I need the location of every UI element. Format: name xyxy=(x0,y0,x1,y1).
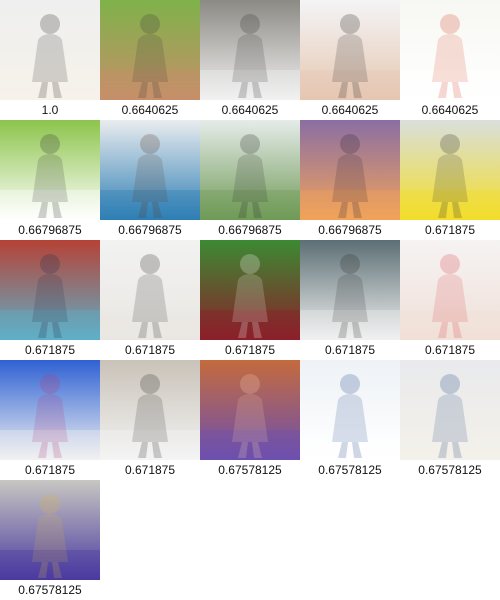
similarity-score: 0.6640625 xyxy=(421,103,479,117)
result-thumbnail xyxy=(200,120,300,220)
similarity-score: 0.67578125 xyxy=(318,463,382,477)
similarity-score: 1.0 xyxy=(41,103,59,117)
result-item: 0.671875 xyxy=(300,240,400,360)
similarity-score: 0.67578125 xyxy=(18,583,82,597)
result-item: 0.671875 xyxy=(100,360,200,480)
result-thumbnail xyxy=(100,360,200,460)
result-item: 0.67578125 xyxy=(200,360,300,480)
results-grid: 1.0 0.6640625 0.6640625 0.6640625 0.6640… xyxy=(0,0,500,600)
similarity-score: 0.671875 xyxy=(124,343,176,357)
result-thumbnail xyxy=(300,0,400,100)
result-thumbnail xyxy=(0,120,100,220)
result-thumbnail xyxy=(100,240,200,340)
result-item: 0.66796875 xyxy=(100,120,200,240)
result-item: 0.6640625 xyxy=(300,0,400,120)
result-thumbnail xyxy=(200,240,300,340)
similarity-score: 0.66796875 xyxy=(18,223,82,237)
result-thumbnail xyxy=(0,0,100,100)
result-thumbnail xyxy=(200,360,300,460)
result-item: 0.6640625 xyxy=(400,0,500,120)
result-thumbnail xyxy=(0,480,100,580)
result-thumbnail xyxy=(0,240,100,340)
result-thumbnail xyxy=(0,360,100,460)
result-item: 0.671875 xyxy=(100,240,200,360)
result-item: 0.671875 xyxy=(0,240,100,360)
result-item: 0.66796875 xyxy=(200,120,300,240)
result-item: 0.671875 xyxy=(400,240,500,360)
result-thumbnail xyxy=(400,360,500,460)
similarity-score: 0.6640625 xyxy=(321,103,379,117)
result-thumbnail xyxy=(300,360,400,460)
similarity-score: 0.67578125 xyxy=(418,463,482,477)
result-item: 0.671875 xyxy=(200,240,300,360)
result-item: 0.67578125 xyxy=(0,480,100,600)
similarity-score: 0.671875 xyxy=(124,463,176,477)
result-item: 0.6640625 xyxy=(100,0,200,120)
similarity-score: 0.671875 xyxy=(424,343,476,357)
similarity-score: 0.67578125 xyxy=(218,463,282,477)
similarity-score: 0.671875 xyxy=(24,343,76,357)
similarity-score: 0.66796875 xyxy=(218,223,282,237)
similarity-score: 0.671875 xyxy=(224,343,276,357)
similarity-score: 0.671875 xyxy=(324,343,376,357)
result-thumbnail xyxy=(400,240,500,340)
result-item: 0.671875 xyxy=(400,120,500,240)
result-thumbnail xyxy=(300,240,400,340)
result-item: 0.6640625 xyxy=(200,0,300,120)
result-thumbnail xyxy=(300,120,400,220)
result-item: 0.67578125 xyxy=(400,360,500,480)
result-thumbnail xyxy=(100,120,200,220)
result-item: 0.66796875 xyxy=(300,120,400,240)
result-thumbnail xyxy=(400,0,500,100)
similarity-score: 0.671875 xyxy=(24,463,76,477)
similarity-score: 0.6640625 xyxy=(121,103,179,117)
result-item: 0.671875 xyxy=(0,360,100,480)
result-item: 1.0 xyxy=(0,0,100,120)
similarity-score: 0.671875 xyxy=(424,223,476,237)
result-item: 0.67578125 xyxy=(300,360,400,480)
result-item: 0.66796875 xyxy=(0,120,100,240)
similarity-score: 0.66796875 xyxy=(118,223,182,237)
similarity-score: 0.66796875 xyxy=(318,223,382,237)
result-thumbnail xyxy=(100,0,200,100)
similarity-score: 0.6640625 xyxy=(221,103,279,117)
result-thumbnail xyxy=(400,120,500,220)
result-thumbnail xyxy=(200,0,300,100)
